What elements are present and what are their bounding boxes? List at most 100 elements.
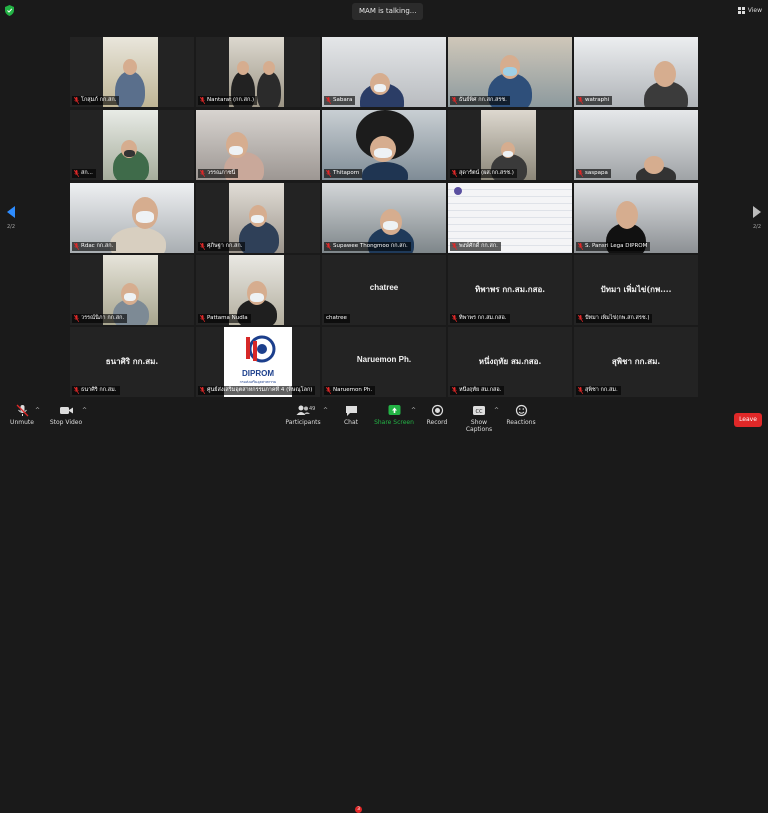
participants-label: Participants xyxy=(285,419,321,426)
participant-tile[interactable]: หนึ่งฤทัย สม.กสอ. หนึ่งฤทัย สม.กสอ. xyxy=(448,327,572,397)
participant-tile[interactable]: ธันย์พิศ กก.สก.สรช. xyxy=(448,37,572,107)
participant-tile[interactable]: Rdac กก.สก. xyxy=(70,183,194,253)
participant-tile[interactable]: สก... xyxy=(70,110,194,180)
participant-tile[interactable]: ธนาศิริ กก.สม. ธนาศิริ กก.สม. xyxy=(70,327,194,397)
participant-name-tag: Thitaporn xyxy=(324,169,363,178)
participant-name-tag: Naruemon Ph. xyxy=(324,386,376,395)
record-icon xyxy=(431,404,443,417)
share-options-caret[interactable]: ^ xyxy=(411,407,416,414)
participant-tile[interactable]: โกสุมภ์ กก.สก. xyxy=(70,37,194,107)
participant-tile[interactable]: พงษ์ศักดิ์ กก.สก. xyxy=(448,183,572,253)
reactions-button[interactable]: Reactions xyxy=(506,404,536,430)
participant-tile[interactable]: Pattama Nudla xyxy=(196,255,320,325)
participant-name: พงษ์ศักดิ์ กก.สก. xyxy=(459,243,498,249)
participant-tile[interactable]: ทิพาพร กก.สม.กสอ. ทิพาพร กก.สม.กสอ. xyxy=(448,255,572,325)
participant-name: Nantarat (กก.สก.) xyxy=(207,97,255,103)
participant-name-tag: สก... xyxy=(72,169,96,178)
muted-mic-icon xyxy=(452,170,457,177)
muted-mic-icon xyxy=(74,170,79,177)
share-screen-button[interactable]: Share Screen xyxy=(374,404,414,430)
participant-name: หนึ่งฤทัย สม.กสอ. xyxy=(459,387,502,393)
muted-mic-icon xyxy=(326,387,331,394)
participant-display-name: ทิพาพร กก.สม.กสอ. xyxy=(474,284,546,294)
participant-name-tag: ทิพาพร กก.สม.กสอ. xyxy=(450,314,510,323)
participant-tile[interactable]: Thitaporn xyxy=(322,110,446,180)
diprom-emblem-icon xyxy=(246,335,276,363)
participant-name-tag: saspapa xyxy=(576,169,611,178)
participant-display-name: หนึ่งฤทัย สม.กสอ. xyxy=(478,356,542,366)
participant-name-tag: Rdac กก.สก. xyxy=(72,242,117,251)
participant-tile[interactable]: Sabara xyxy=(322,37,446,107)
share-screen-label: Share Screen xyxy=(374,419,414,426)
leave-meeting-button[interactable]: Leave xyxy=(734,413,762,427)
participant-name-tag: วรรณ์นิภา กก.สก. xyxy=(72,314,128,323)
unmute-label: Unmute xyxy=(10,419,34,426)
participant-tile[interactable]: saspapa xyxy=(574,110,698,180)
participant-tile[interactable]: ปัทมา เพิ่มไข่(กพ.... ปัทมา เพิ่มไข่(กพ.… xyxy=(574,255,698,325)
chat-button[interactable]: Chat xyxy=(338,404,364,430)
muted-mic-icon xyxy=(200,243,205,250)
participant-display-name: ธนาศิริ กก.สม. xyxy=(105,356,159,366)
video-camera-icon xyxy=(59,407,73,414)
participant-tile[interactable]: chatree chatree xyxy=(322,255,446,325)
unmute-button[interactable]: Unmute xyxy=(6,404,38,430)
record-button[interactable]: Record xyxy=(424,404,450,430)
participant-display-name: ปัทมา เพิ่มไข่(กพ.... xyxy=(600,284,672,294)
view-label: View xyxy=(747,6,762,14)
participant-tile[interactable]: สุดารัตน์ (ผส.กก.สรช.) xyxy=(448,110,572,180)
show-captions-label: Show Captions xyxy=(465,419,493,433)
participant-name: ทิพาพร กก.สม.กสอ. xyxy=(459,315,507,321)
participant-name-tag: สุพิชา กก.สม. xyxy=(576,386,621,395)
participant-tile[interactable]: S. Pansri Lega DIPROM xyxy=(574,183,698,253)
closed-captions-icon: CC xyxy=(473,406,485,415)
muted-mic-icon xyxy=(200,315,205,322)
participant-name-tag: Supawee Thongmoo กก.สก. xyxy=(324,242,411,251)
grid-view-icon xyxy=(737,6,745,14)
participant-name: saspapa xyxy=(585,170,608,176)
participant-tile[interactable]: watraphi xyxy=(574,37,698,107)
muted-mic-icon xyxy=(16,404,28,417)
muted-mic-icon xyxy=(74,387,79,394)
chat-label: Chat xyxy=(343,419,359,426)
participant-tile[interactable]: Supawee Thongmoo กก.สก. xyxy=(322,183,446,253)
participant-tile[interactable]: ศุภิษฐา กก.สก. xyxy=(196,183,320,253)
muted-mic-icon xyxy=(578,97,583,104)
participant-name: สก... xyxy=(81,170,93,176)
muted-mic-icon xyxy=(326,97,331,104)
participant-name-tag: วรรณภาชนิ์ xyxy=(198,169,239,178)
participant-display-name: chatree xyxy=(369,283,399,292)
participant-tile[interactable]: Naruemon Ph. Naruemon Ph. xyxy=(322,327,446,397)
top-bar: MAM is talking... View xyxy=(0,0,768,22)
next-page-button[interactable]: 2/2 xyxy=(750,204,764,240)
participant-name: ปัทมา เพิ่มไข่(กพ.สก.สรช.) xyxy=(585,315,650,321)
stop-video-label: Stop Video xyxy=(49,419,83,426)
participant-name: ธนาศิริ กก.สม. xyxy=(81,387,117,393)
participant-tile[interactable]: วรรณ์นิภา กก.สก. xyxy=(70,255,194,325)
audio-options-caret[interactable]: ^ xyxy=(35,407,40,414)
participant-tile[interactable]: วรรณภาชนิ์ xyxy=(196,110,320,180)
participant-display-name: Naruemon Ph. xyxy=(356,355,412,364)
security-shield-icon[interactable] xyxy=(5,5,14,16)
video-options-caret[interactable]: ^ xyxy=(82,407,87,414)
view-button[interactable]: View xyxy=(737,4,762,16)
participant-name-tag: ศุภิษฐา กก.สก. xyxy=(198,242,246,251)
participant-tile[interactable]: DIPROM กรมส่งเสริมอุตสาหกรรม ศูนย์ส่งเสร… xyxy=(196,327,320,397)
participant-name: Supawee Thongmoo กก.สก. xyxy=(333,243,408,249)
participant-tile[interactable]: สุพิชา กก.สม. สุพิชา กก.สม. xyxy=(574,327,698,397)
participant-name-tag: ศูนย์ส่งเสริมอุตสาหกรรมภาคที่ 4 (พิษณุโล… xyxy=(198,386,316,395)
captions-options-caret[interactable]: ^ xyxy=(494,407,499,414)
previous-page-button[interactable]: 2/2 xyxy=(4,204,18,240)
participants-button[interactable]: Participants xyxy=(284,404,322,430)
participant-name-tag: Pattama Nudla xyxy=(198,314,251,323)
muted-mic-icon xyxy=(74,97,79,104)
meeting-toolbar: Unmute ^ Stop Video ^ Participants 49 ^ … xyxy=(0,400,768,813)
stop-video-button[interactable]: Stop Video xyxy=(48,404,84,430)
muted-mic-icon xyxy=(578,387,583,394)
participant-tile[interactable]: Nantarat (กก.สก.) xyxy=(196,37,320,107)
participants-count: 49 xyxy=(309,406,316,412)
participant-name: Sabara xyxy=(333,97,353,103)
participant-name-tag: สุดารัตน์ (ผส.กก.สรช.) xyxy=(450,169,517,178)
participants-options-caret[interactable]: ^ xyxy=(323,407,328,414)
muted-mic-icon xyxy=(326,170,331,177)
muted-mic-icon xyxy=(74,315,79,322)
